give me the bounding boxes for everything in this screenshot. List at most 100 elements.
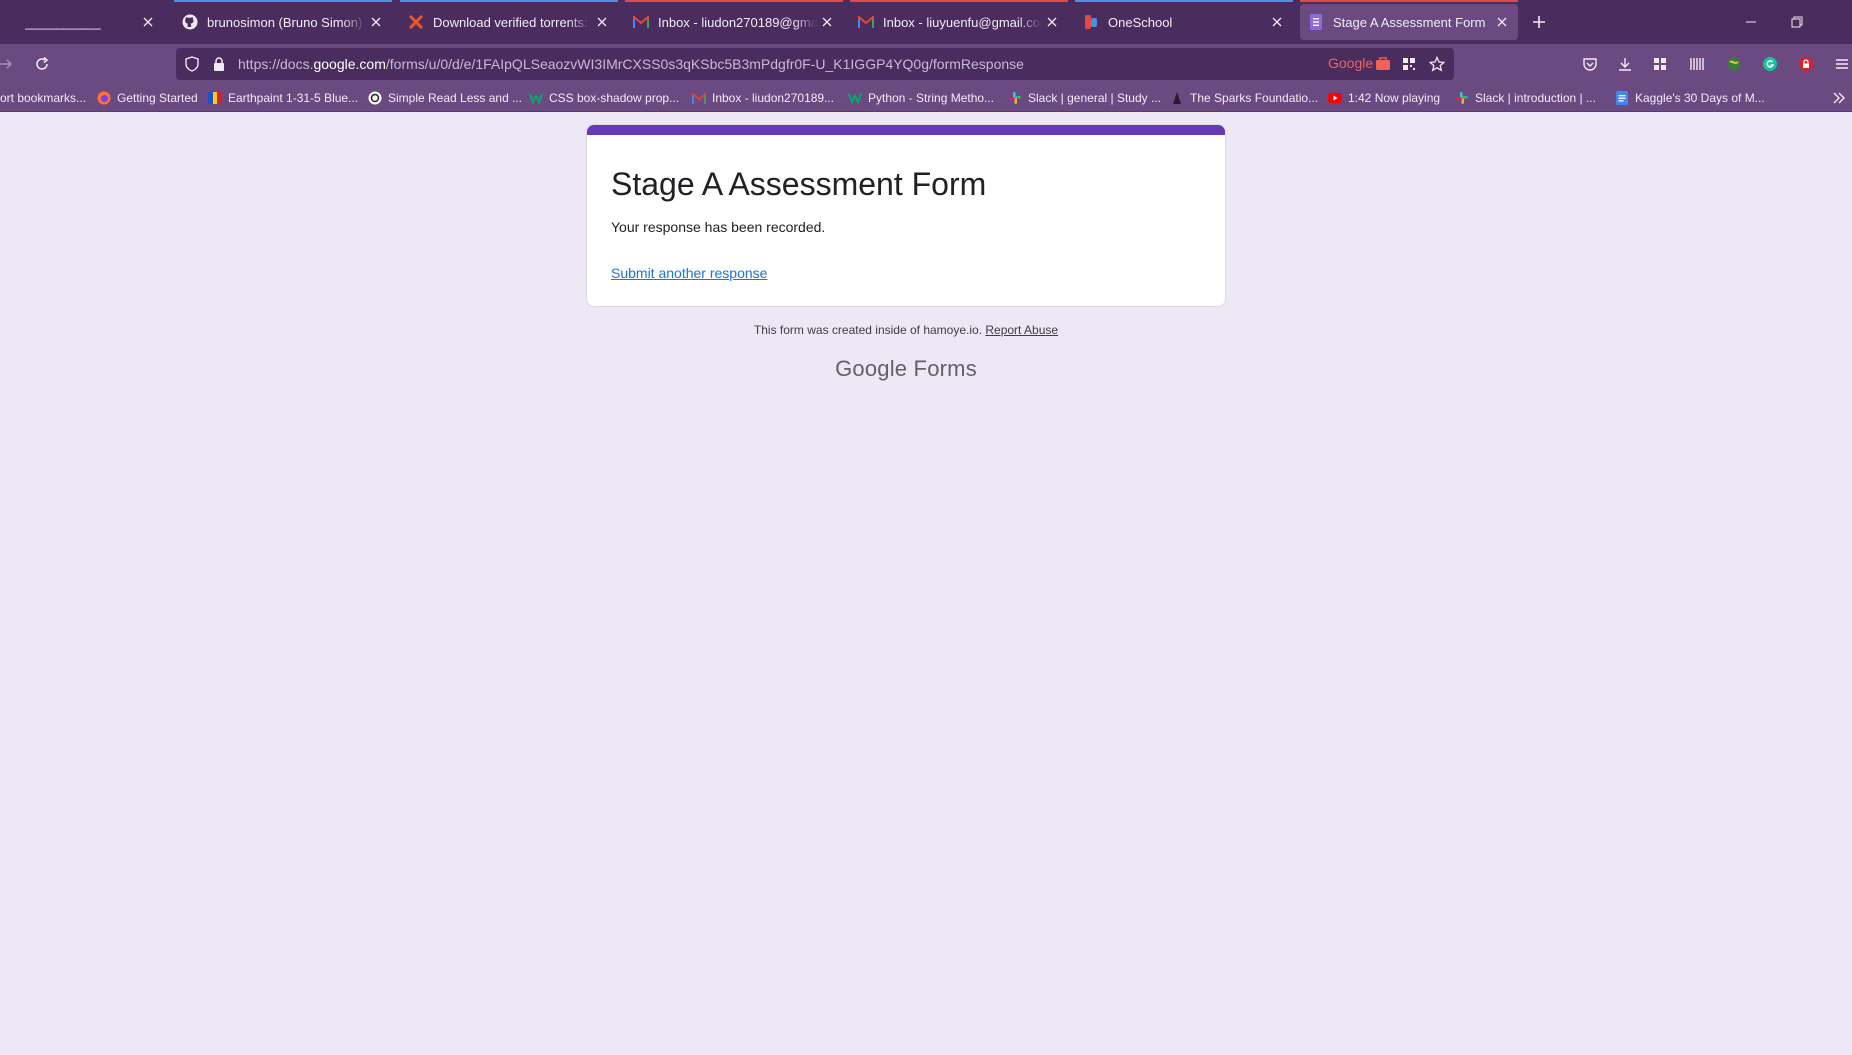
forms-icon bbox=[1308, 14, 1324, 30]
bookmark-slack-general[interactable]: Slack | general | Study ... bbox=[1008, 89, 1161, 107]
youtube-icon bbox=[1328, 91, 1342, 105]
pocket-icon[interactable] bbox=[1578, 52, 1602, 76]
w3schools-icon bbox=[848, 91, 862, 105]
tab-6-active[interactable]: Stage A Assessment Form bbox=[1300, 0, 1518, 40]
tab-title: ____________ bbox=[25, 14, 101, 30]
tab-0[interactable]: ____________ bbox=[0, 0, 164, 44]
bookmark-label: 1:42 Now playing bbox=[1348, 91, 1441, 105]
grammarly-icon[interactable] bbox=[1758, 52, 1782, 76]
menu-icon[interactable] bbox=[1830, 52, 1852, 76]
slack-icon bbox=[1008, 91, 1022, 105]
url-domain: google.com bbox=[313, 56, 386, 72]
bookmark-label: ort bookmarks... bbox=[0, 91, 87, 105]
openai-icon bbox=[368, 91, 382, 105]
bookmark-youtube-now-playing[interactable]: 1:42 Now playing bbox=[1328, 89, 1440, 107]
oneschool-icon bbox=[1083, 14, 1099, 30]
tab-highlight bbox=[1300, 0, 1518, 2]
bookmark-kaggle-30-days[interactable]: Kaggle's 30 Days of M... bbox=[1615, 89, 1765, 107]
form-title: Stage A Assessment Form bbox=[611, 166, 987, 202]
google-forms-logo[interactable]: Google Forms bbox=[586, 356, 1226, 382]
bookmark-label: Getting Started bbox=[117, 91, 198, 105]
bookmark-label: CSS box-shadow prop... bbox=[549, 91, 680, 105]
tab-highlight bbox=[400, 0, 618, 2]
tab-close-icon[interactable] bbox=[138, 12, 158, 32]
tab-close-icon[interactable] bbox=[817, 12, 837, 32]
bookmark-label: Earthpaint 1-31-5 Blue... bbox=[228, 91, 359, 105]
tab-highlight bbox=[1075, 0, 1293, 2]
minimize-button[interactable] bbox=[1736, 8, 1766, 36]
navigation-toolbar: https://docs.google.com/forms/u/0/d/e/1F… bbox=[0, 44, 1852, 84]
submit-another-response-link[interactable]: Submit another response bbox=[611, 265, 767, 281]
lock-extension-icon[interactable] bbox=[1794, 52, 1818, 76]
response-card: Stage A Assessment Form Your response ha… bbox=[586, 124, 1226, 307]
tab-highlight bbox=[0, 0, 164, 2]
firefox-icon bbox=[97, 91, 111, 105]
tab-close-icon[interactable] bbox=[366, 12, 386, 32]
google-translate-label[interactable]: Google bbox=[1328, 55, 1373, 71]
gmail-icon bbox=[858, 14, 874, 30]
address-bar[interactable]: https://docs.google.com/forms/u/0/d/e/1F… bbox=[176, 48, 1454, 80]
bookmark-label: Kaggle's 30 Days of M... bbox=[1635, 91, 1765, 105]
bookmark-label: Inbox - liudon270189... bbox=[712, 91, 835, 105]
briefcase-icon[interactable] bbox=[1372, 53, 1394, 75]
bookmark-simple-read[interactable]: Simple Read Less and ... bbox=[368, 89, 522, 107]
tab-title: Inbox - liuyuenfu@gmail.com bbox=[883, 14, 1042, 30]
qr-grid-icon[interactable] bbox=[1398, 53, 1420, 75]
lock-icon[interactable] bbox=[208, 53, 230, 75]
forward-button[interactable] bbox=[0, 52, 18, 76]
tab-strip: ____________ brunosimon (Bruno Simon) / … bbox=[0, 0, 1852, 44]
tab-title: Download verified torrents: mo bbox=[433, 14, 592, 30]
star-icon[interactable] bbox=[1426, 53, 1448, 75]
tab-5[interactable]: OneSchool bbox=[1075, 0, 1293, 44]
bookmark-css-box-shadow[interactable]: CSS box-shadow prop... bbox=[529, 89, 679, 107]
url-prefix: https://docs. bbox=[238, 56, 314, 72]
bookmark-import[interactable]: ort bookmarks... bbox=[0, 89, 86, 107]
bookmark-earthpaint[interactable]: Earthpaint 1-31-5 Blue... bbox=[208, 89, 358, 107]
tab-3[interactable]: Inbox - liudon270189@gmail.co bbox=[625, 0, 843, 44]
brand-google: Google bbox=[835, 356, 908, 381]
tab-close-icon[interactable] bbox=[1042, 12, 1062, 32]
tab-1[interactable]: brunosimon (Bruno Simon) / Re bbox=[174, 0, 392, 44]
form-accent-band bbox=[587, 125, 1225, 135]
shield-icon[interactable] bbox=[181, 53, 203, 75]
bookmark-label: Slack | introduction | ... bbox=[1475, 91, 1596, 105]
gmail-icon bbox=[633, 14, 649, 30]
tab-title: Stage A Assessment Form bbox=[1333, 14, 1486, 30]
reload-button[interactable] bbox=[30, 52, 54, 76]
bookmark-sparks-foundation[interactable]: The Sparks Foundatio... bbox=[1170, 89, 1318, 107]
restore-button[interactable] bbox=[1782, 8, 1812, 36]
bookmark-label: Slack | general | Study ... bbox=[1028, 91, 1161, 105]
report-abuse-link[interactable]: Report Abuse bbox=[985, 323, 1058, 337]
flag-icon bbox=[208, 91, 222, 105]
underline-icon bbox=[0, 14, 16, 30]
library-icon[interactable] bbox=[1685, 52, 1709, 76]
bookmarks-toolbar: ort bookmarks... Getting Started Earthpa… bbox=[0, 84, 1852, 112]
bookmark-inbox[interactable]: Inbox - liudon270189... bbox=[692, 89, 834, 107]
bookmark-label: Python - String Metho... bbox=[868, 91, 995, 105]
url-path: /forms/u/0/d/e/1FAIpQLSeaozvWI3IMrCXSS0s… bbox=[385, 56, 1024, 72]
tab-title: brunosimon (Bruno Simon) / Re bbox=[207, 14, 366, 30]
tab-2[interactable]: Download verified torrents: mo bbox=[400, 0, 618, 44]
slack-icon bbox=[1455, 91, 1469, 105]
form-footer: This form was created inside of hamoye.i… bbox=[586, 323, 1226, 337]
tab-close-icon[interactable] bbox=[1267, 12, 1287, 32]
tab-close-icon[interactable] bbox=[592, 12, 612, 32]
bookmark-python-string[interactable]: Python - String Metho... bbox=[848, 89, 994, 107]
new-tab-button[interactable] bbox=[1527, 10, 1551, 34]
tab-close-icon[interactable] bbox=[1492, 12, 1512, 32]
gmail-icon bbox=[692, 91, 706, 105]
bookmarks-overflow-icon[interactable] bbox=[1830, 89, 1848, 107]
sparks-icon bbox=[1170, 91, 1184, 105]
bookmark-slack-introduction[interactable]: Slack | introduction | ... bbox=[1455, 89, 1596, 107]
bookmark-getting-started[interactable]: Getting Started bbox=[97, 89, 198, 107]
extensions-grid-icon[interactable] bbox=[1648, 52, 1672, 76]
brand-forms: Forms bbox=[907, 356, 977, 381]
tab-title: OneSchool bbox=[1108, 14, 1173, 30]
bookmark-label: The Sparks Foundatio... bbox=[1190, 91, 1319, 105]
download-icon[interactable] bbox=[1613, 52, 1637, 76]
tab-title: Inbox - liudon270189@gmail.co bbox=[658, 14, 817, 30]
url-text[interactable]: https://docs.google.com/forms/u/0/d/e/1F… bbox=[238, 56, 1024, 72]
tab-highlight bbox=[625, 0, 843, 2]
globe-extension-icon[interactable] bbox=[1722, 52, 1746, 76]
tab-4[interactable]: Inbox - liuyuenfu@gmail.com bbox=[850, 0, 1068, 44]
